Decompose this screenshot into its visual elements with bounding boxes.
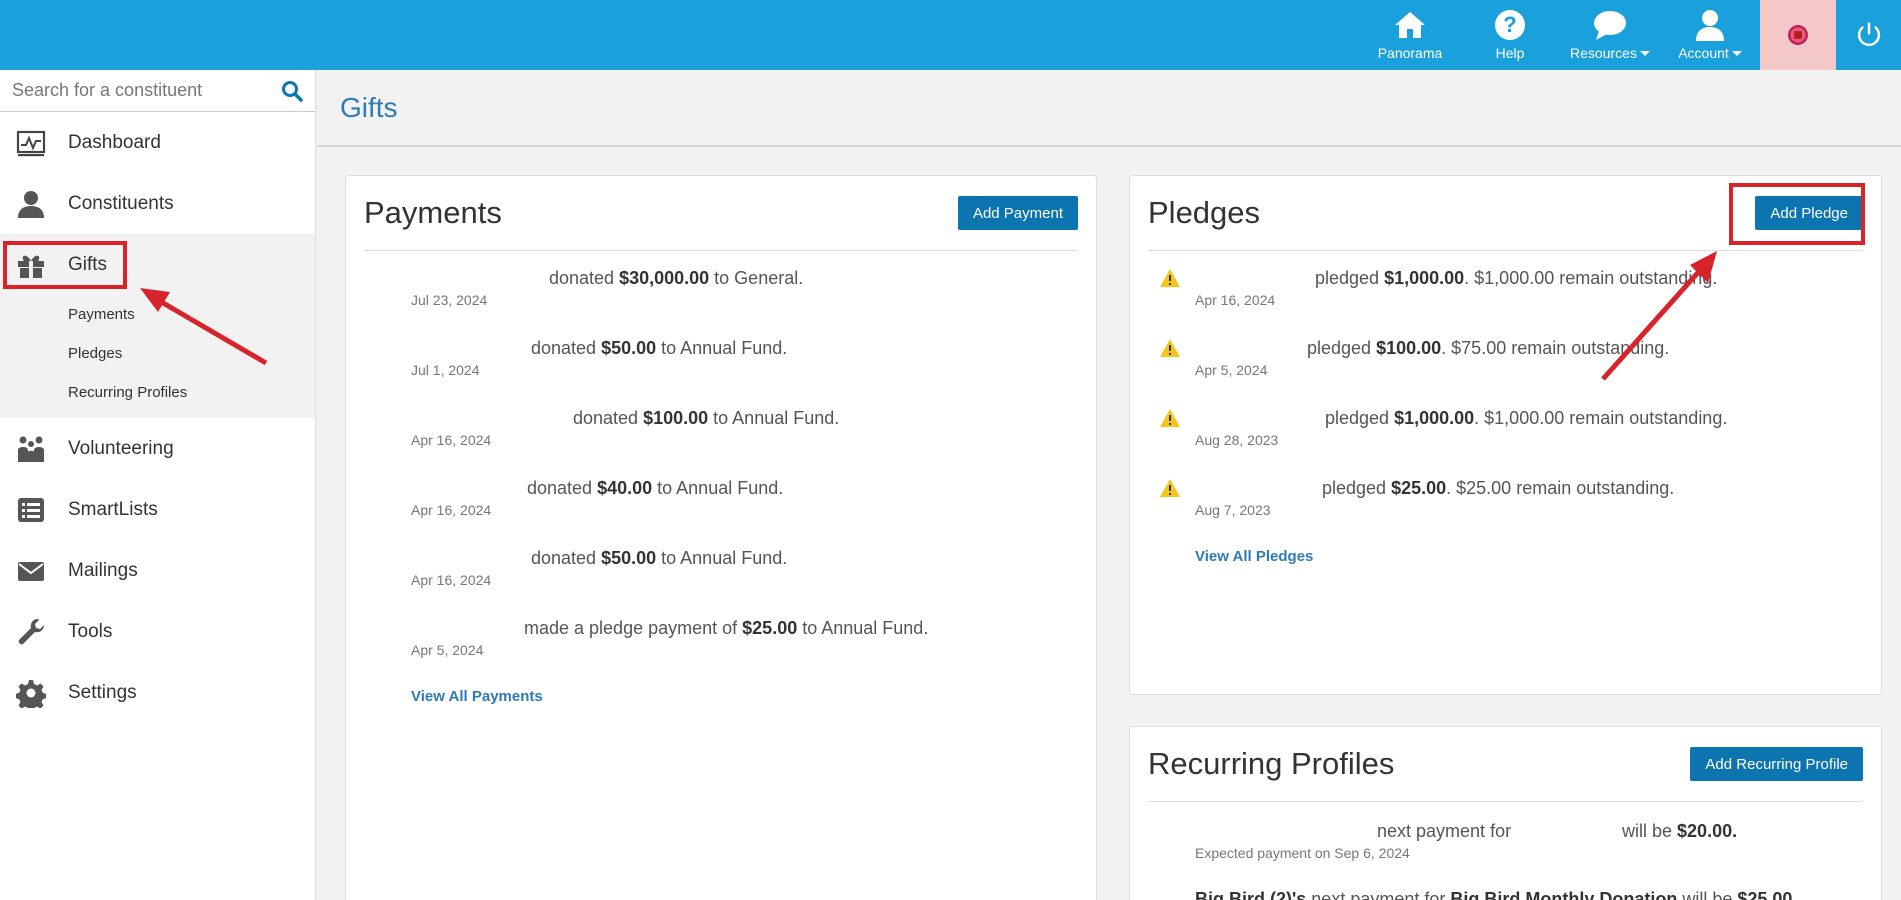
divider bbox=[317, 145, 1901, 147]
list-icon bbox=[18, 497, 44, 522]
sidebar-item-constituents[interactable]: Constituents bbox=[0, 173, 315, 234]
pledge-entry-date: Apr 5, 2024 bbox=[1195, 362, 1268, 378]
payment-entry-text: donated $50.00 to Annual Fund. bbox=[531, 548, 788, 568]
person-icon bbox=[18, 190, 44, 218]
pledge-entry-date: Apr 16, 2024 bbox=[1195, 292, 1276, 308]
pledge-entry-text: pledged $100.00. $75.00 remain outstandi… bbox=[1307, 338, 1670, 358]
wrench-icon bbox=[18, 618, 45, 644]
payments-title: Payments bbox=[364, 195, 502, 230]
warning-icon bbox=[1160, 269, 1180, 287]
top-bar: Panorama ? Help Resources Account bbox=[0, 0, 1901, 70]
pledge-entry-date: Aug 7, 2023 bbox=[1195, 502, 1271, 518]
svg-text:?: ? bbox=[1503, 12, 1516, 37]
view-all-pledges-link[interactable]: View All Pledges bbox=[1195, 548, 1313, 565]
sidebar-item-label: SmartLists bbox=[68, 498, 158, 520]
home-icon bbox=[1395, 12, 1425, 38]
chevron-down-icon bbox=[1639, 50, 1650, 56]
recurring-profiles-header: Recurring Profiles Add Recurring Profile bbox=[1148, 727, 1863, 802]
record-stop-icon bbox=[1788, 25, 1808, 45]
submenu-item-recurring-profiles[interactable]: Recurring Profiles bbox=[68, 373, 315, 412]
pledges-panel: Pledges Add Pledge pledged $1,000.00. $1… bbox=[1129, 175, 1882, 695]
recurring-entry-amount: will be $20.00. bbox=[1622, 821, 1738, 841]
view-all-payments-link[interactable]: View All Payments bbox=[411, 688, 543, 705]
sidebar-item-label: Volunteering bbox=[68, 437, 174, 459]
payment-entry-text: donated $100.00 to Annual Fund. bbox=[573, 408, 840, 428]
pledge-entry-date: Aug 28, 2023 bbox=[1195, 432, 1279, 448]
payment-entry-date: Apr 16, 2024 bbox=[411, 502, 492, 518]
nav-account[interactable]: Account bbox=[1660, 0, 1760, 70]
warning-icon bbox=[1160, 409, 1180, 427]
page-title: Gifts bbox=[340, 92, 398, 123]
payment-entry-date: Apr 5, 2024 bbox=[411, 642, 484, 658]
nav-help[interactable]: ? Help bbox=[1460, 0, 1560, 70]
add-recurring-profile-button[interactable]: Add Recurring Profile bbox=[1690, 747, 1863, 781]
payment-entry-date: Jul 23, 2024 bbox=[411, 292, 488, 308]
sidebar-item-label: Settings bbox=[68, 681, 137, 703]
search-bar bbox=[0, 70, 315, 112]
payment-entry-text: donated $30,000.00 to General. bbox=[549, 268, 804, 288]
sidebar-item-label: Mailings bbox=[68, 559, 138, 581]
sidebar-item-label: Constituents bbox=[68, 192, 174, 214]
sidebar-item-dashboard[interactable]: Dashboard bbox=[0, 112, 315, 173]
dashboard-icon bbox=[16, 130, 46, 156]
pledge-entry-text: pledged $1,000.00. $1,000.00 remain outs… bbox=[1325, 408, 1728, 428]
payments-panel: Payments Add Payment donated $30,000.00 … bbox=[345, 175, 1097, 900]
search-icon[interactable] bbox=[281, 80, 303, 102]
recurring-profiles-title: Recurring Profiles bbox=[1148, 746, 1395, 781]
pledge-entry-text: pledged $25.00. $25.00 remain outstandin… bbox=[1322, 478, 1675, 498]
submenu-item-payments[interactable]: Payments bbox=[68, 295, 315, 334]
nav-panorama[interactable]: Panorama bbox=[1360, 0, 1460, 70]
add-payment-button[interactable]: Add Payment bbox=[957, 196, 1078, 230]
gifts-submenu: Payments Pledges Recurring Profiles bbox=[0, 295, 315, 412]
logout-button[interactable] bbox=[1836, 0, 1901, 70]
recurring-entry-date: Expected payment on Sep 6, 2024 bbox=[1195, 845, 1410, 861]
pledges-title: Pledges bbox=[1148, 195, 1261, 230]
sidebar-item-mailings[interactable]: Mailings bbox=[0, 540, 315, 601]
gear-icon bbox=[16, 679, 46, 708]
chevron-down-icon bbox=[1731, 50, 1742, 56]
volunteers-icon bbox=[18, 436, 44, 462]
sidebar-item-smartlists[interactable]: SmartLists bbox=[0, 479, 315, 540]
payment-entry-text: donated $50.00 to Annual Fund. bbox=[531, 338, 788, 358]
nav-panorama-label: Panorama bbox=[1377, 45, 1443, 61]
highlight-gifts bbox=[3, 241, 127, 289]
payments-header: Payments Add Payment bbox=[364, 176, 1078, 251]
chat-bubble-icon bbox=[1594, 11, 1626, 40]
sidebar-item-volunteering[interactable]: Volunteering bbox=[0, 418, 315, 479]
payment-entry-date: Apr 16, 2024 bbox=[411, 432, 492, 448]
search-input[interactable] bbox=[12, 80, 262, 101]
nav-resources-label: Resources bbox=[1570, 45, 1637, 61]
pledge-entry-text: pledged $1,000.00. $1,000.00 remain outs… bbox=[1315, 268, 1718, 288]
payment-entry-text: made a pledge payment of $25.00 to Annua… bbox=[524, 618, 929, 638]
recurring-entry-text: next payment for bbox=[1377, 821, 1512, 841]
payment-entry-text: donated $40.00 to Annual Fund. bbox=[527, 478, 784, 498]
submenu-item-pledges[interactable]: Pledges bbox=[68, 334, 315, 373]
power-icon bbox=[1857, 22, 1880, 46]
warning-icon bbox=[1160, 339, 1180, 357]
sidebar-item-label: Dashboard bbox=[68, 131, 161, 153]
sidebar-item-settings[interactable]: Settings bbox=[0, 662, 315, 723]
help-icon: ? bbox=[1495, 10, 1525, 40]
highlight-add-pledge bbox=[1729, 183, 1865, 245]
warning-icon bbox=[1160, 479, 1180, 497]
nav-help-label: Help bbox=[1495, 45, 1525, 61]
recurring-profiles-panel: Recurring Profiles Add Recurring Profile… bbox=[1129, 726, 1882, 900]
envelope-icon bbox=[18, 561, 44, 581]
top-nav: Panorama ? Help Resources Account bbox=[1360, 0, 1901, 70]
recurring-entry-text: Big Bird (2)'s next payment for Big Bird… bbox=[1195, 889, 1793, 900]
nav-account-label: Account bbox=[1678, 45, 1729, 61]
payment-entry-date: Apr 16, 2024 bbox=[411, 572, 492, 588]
payment-entry-date: Jul 1, 2024 bbox=[411, 362, 480, 378]
sidebar: Dashboard Constituents Gifts Payments Pl… bbox=[0, 70, 316, 900]
user-icon bbox=[1696, 10, 1724, 41]
sidebar-item-label: Tools bbox=[68, 620, 113, 642]
nav-resources[interactable]: Resources bbox=[1560, 0, 1660, 70]
record-button[interactable] bbox=[1760, 0, 1836, 70]
sidebar-item-tools[interactable]: Tools bbox=[0, 601, 315, 662]
